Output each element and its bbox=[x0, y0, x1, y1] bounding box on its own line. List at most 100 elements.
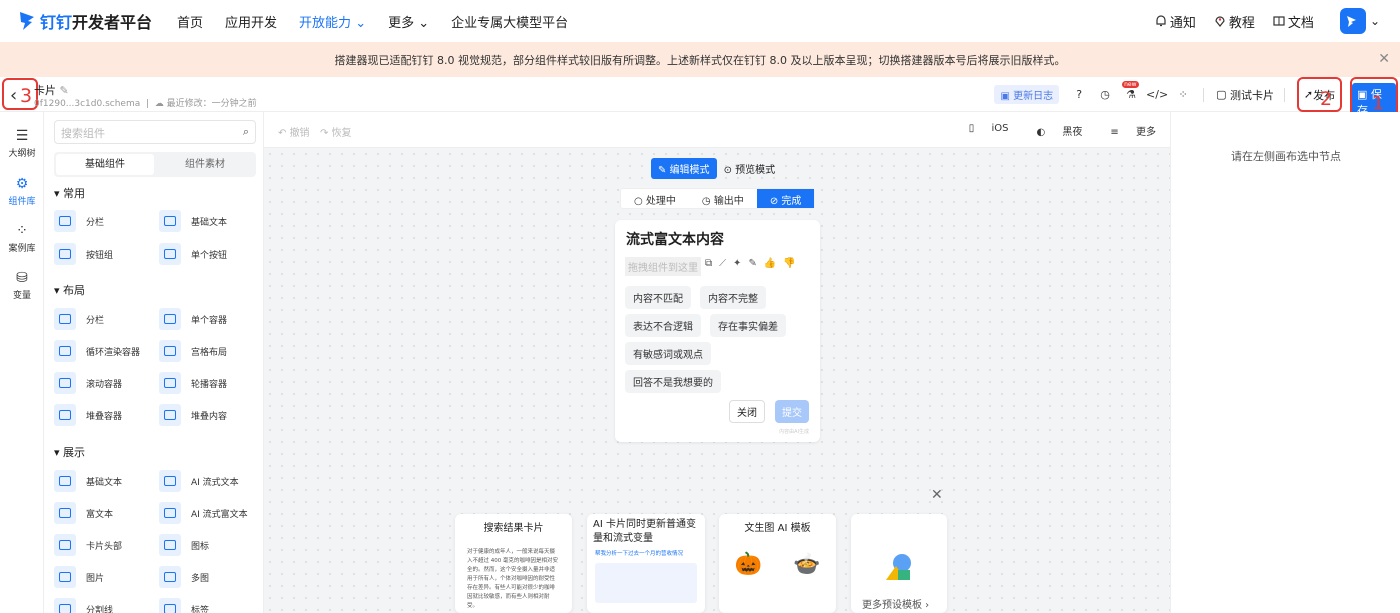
nav-more[interactable]: 更多 ⌄ bbox=[377, 12, 440, 31]
nav-home[interactable]: 首页 bbox=[166, 12, 214, 31]
tab-component-assets[interactable]: 组件素材 bbox=[156, 154, 254, 175]
component-label: 分栏 bbox=[86, 315, 105, 326]
component-label: 按钮组 bbox=[86, 250, 114, 261]
component-item[interactable]: 堆叠容器 bbox=[54, 404, 122, 426]
component-item[interactable]: 图片 bbox=[54, 566, 104, 588]
notify-label: 通知 bbox=[1169, 15, 1196, 31]
preview-mode-button[interactable]: ⊙ 预览模式 bbox=[717, 158, 783, 179]
component-item[interactable]: 基础文本 bbox=[159, 210, 227, 232]
component-item[interactable]: 轮播容器 bbox=[159, 372, 227, 394]
component-item[interactable]: 基础文本 bbox=[54, 470, 122, 492]
dark-mode-toggle[interactable]: ◐ 黑夜 bbox=[1023, 123, 1083, 138]
undo-button[interactable]: ↶ 撤销 bbox=[278, 124, 310, 139]
tutorial-link[interactable]: 教程 bbox=[1214, 12, 1255, 31]
redo-button[interactable]: ↷ 恢复 bbox=[320, 124, 352, 139]
dingtalk-logo[interactable]: 钉钉开发者平台 bbox=[18, 9, 158, 33]
scroll-icon bbox=[54, 372, 76, 394]
component-item[interactable]: 分割线 bbox=[54, 598, 113, 613]
copy-icon[interactable]: ⧉ bbox=[705, 258, 719, 269]
component-item[interactable]: AI 流式文本 bbox=[159, 470, 239, 492]
empty-selection-message: 请在左侧画布选中节点 bbox=[1231, 150, 1341, 163]
component-item[interactable]: 滚动容器 bbox=[54, 372, 122, 394]
component-item[interactable]: 循环渲染容器 bbox=[54, 340, 140, 362]
feedback-tag[interactable]: 存在事实偏差 bbox=[710, 314, 786, 337]
component-item[interactable]: 单个按钮 bbox=[159, 243, 227, 265]
component-item[interactable]: 分栏 bbox=[54, 210, 104, 232]
component-item[interactable]: 单个容器 bbox=[159, 308, 227, 330]
canvas[interactable]: ↶ 撤销 ↷ 恢复 ▯ iOS ◐ 黑夜 ≡ 更多 ✎ 编辑模式 ⊙ 预览模式 … bbox=[264, 112, 1170, 613]
section-layout[interactable]: ▾ 布局 bbox=[54, 282, 85, 298]
component-item[interactable]: AI 流式富文本 bbox=[159, 502, 248, 524]
feedback-tag[interactable]: 有敏感词或观点 bbox=[625, 342, 711, 365]
feedback-tag[interactable]: 内容不完整 bbox=[700, 286, 766, 309]
feedback-tag[interactable]: 表达不合逻辑 bbox=[625, 314, 701, 337]
nav-app-dev[interactable]: 应用开发 bbox=[214, 12, 288, 31]
ios-toggle[interactable]: ▯ iOS bbox=[955, 123, 1009, 138]
section-display[interactable]: ▾ 展示 bbox=[54, 444, 85, 460]
help-icon[interactable]: ? bbox=[1073, 88, 1085, 101]
history-icon[interactable]: ◷ bbox=[1099, 88, 1111, 101]
test-card-button[interactable]: ▢ 测试卡片 bbox=[1216, 87, 1274, 103]
template-card[interactable]: 搜索结果卡片 对于健康的成年人，一般来说每天摄入不超过 400 毫克的咖啡因是相… bbox=[455, 514, 572, 613]
feedback-tag[interactable]: 回答不是我想要的 bbox=[625, 370, 721, 393]
search-input[interactable]: 搜索组件 ⌕ bbox=[54, 120, 256, 144]
close-icon[interactable]: ✕ bbox=[931, 487, 943, 503]
section-common[interactable]: ▾ 常用 bbox=[54, 185, 85, 201]
submit-button[interactable]: 提交 bbox=[775, 400, 809, 423]
chevron-down-icon[interactable]: ⌄ bbox=[1370, 14, 1380, 28]
component-label: 循环渲染容器 bbox=[86, 347, 141, 358]
component-item[interactable]: 多图 bbox=[159, 566, 209, 588]
feedback-tag[interactable]: 内容不匹配 bbox=[625, 286, 691, 309]
thumbs-up-icon[interactable]: 👍 bbox=[764, 258, 783, 269]
template-card-more[interactable]: 更多预设模板 › bbox=[851, 514, 947, 613]
close-icon[interactable]: ✕ bbox=[1378, 51, 1390, 67]
annotation-3: 3 bbox=[20, 85, 33, 107]
sidebar-item-outline[interactable]: ☰ 大纲树 bbox=[0, 128, 44, 159]
component-panel: 搜索组件 ⌕ 基础组件 组件素材 ▾ 常用 分栏 基础文本 按钮组 单个按钮 ▾ … bbox=[44, 112, 264, 613]
nav-open-capabilities[interactable]: 开放能力 ⌄ bbox=[288, 12, 377, 31]
component-item[interactable]: 富文本 bbox=[54, 502, 113, 524]
magic-icon[interactable]: ✦ bbox=[733, 258, 748, 269]
sidebar-item-cases[interactable]: ⁘ 案例库 bbox=[0, 223, 44, 254]
action-icons: ⧉⟋✦✎👍👎 bbox=[705, 258, 803, 269]
component-item[interactable]: 卡片头部 bbox=[54, 534, 122, 556]
state-outputting[interactable]: ◷ 输出中 bbox=[689, 189, 757, 208]
nav-enterprise-llm[interactable]: 企业专属大模型平台 bbox=[440, 12, 579, 31]
avatar[interactable] bbox=[1339, 8, 1366, 34]
component-item[interactable]: 堆叠内容 bbox=[159, 404, 227, 426]
apps-icon[interactable]: ⁘ bbox=[1177, 88, 1189, 101]
template-preview-text: 帮我分析一下过去一个月的营收情况 bbox=[595, 551, 684, 557]
ai-text-icon bbox=[159, 470, 181, 492]
component-item[interactable]: 图标 bbox=[159, 534, 209, 556]
publish-button[interactable]: ➚ 发布 2 bbox=[1297, 77, 1342, 112]
state-processing[interactable]: ○ 处理中 bbox=[621, 189, 689, 208]
brush-icon[interactable]: ⟋ bbox=[719, 258, 733, 269]
ai-icon[interactable]: ⚗ new bbox=[1122, 80, 1139, 101]
component-label: 标签 bbox=[191, 605, 210, 613]
variables-icon: ⛁ bbox=[16, 270, 28, 286]
sidebar-item-components[interactable]: ⚙ 组件库 bbox=[0, 176, 44, 207]
state-label: 完成 bbox=[781, 196, 802, 207]
changelog-button[interactable]: ▣ 更新日志 bbox=[994, 85, 1060, 104]
state-done[interactable]: ⊘ 完成 bbox=[756, 189, 815, 208]
notify-link[interactable]: 通知 bbox=[1155, 12, 1196, 31]
thumbs-down-icon[interactable]: 👎 bbox=[783, 258, 802, 269]
edit-icon[interactable]: ✎ bbox=[748, 258, 763, 269]
code-icon[interactable]: </> bbox=[1146, 88, 1168, 101]
docs-link[interactable]: 文档 bbox=[1273, 12, 1314, 31]
edit-mode-button[interactable]: ✎ 编辑模式 bbox=[651, 158, 717, 179]
close-button[interactable]: 关闭 bbox=[729, 400, 765, 423]
component-item[interactable]: 宫格布局 bbox=[159, 340, 227, 362]
drop-zone[interactable]: 拖拽组件到这里 bbox=[625, 257, 701, 276]
more-templates-link[interactable]: 更多预设模板 › bbox=[862, 596, 929, 611]
notice-banner: 搭建器现已适配钉钉 8.0 视觉规范，部分组件样式较旧版有所调整。上述新样式仅在… bbox=[0, 42, 1400, 77]
template-card[interactable]: 文生图 AI 模板 🎃 🍲 bbox=[719, 514, 836, 613]
more-menu[interactable]: ≡ 更多 bbox=[1096, 123, 1156, 138]
component-item[interactable]: 标签 bbox=[159, 598, 209, 613]
sidebar-item-variables[interactable]: ⛁ 变量 bbox=[0, 270, 44, 301]
template-card[interactable]: AI 卡片同时更新普通变量和流式变量 帮我分析一下过去一个月的营收情况 bbox=[587, 514, 705, 613]
component-item[interactable]: 分栏 bbox=[54, 308, 104, 330]
tab-basic-components[interactable]: 基础组件 bbox=[56, 154, 154, 175]
component-item[interactable]: 按钮组 bbox=[54, 243, 113, 265]
feedback-card[interactable]: 流式富文本内容 拖拽组件到这里 ⧉⟋✦✎👍👎 内容不匹配 内容不完整 表达不合逻… bbox=[615, 220, 820, 442]
